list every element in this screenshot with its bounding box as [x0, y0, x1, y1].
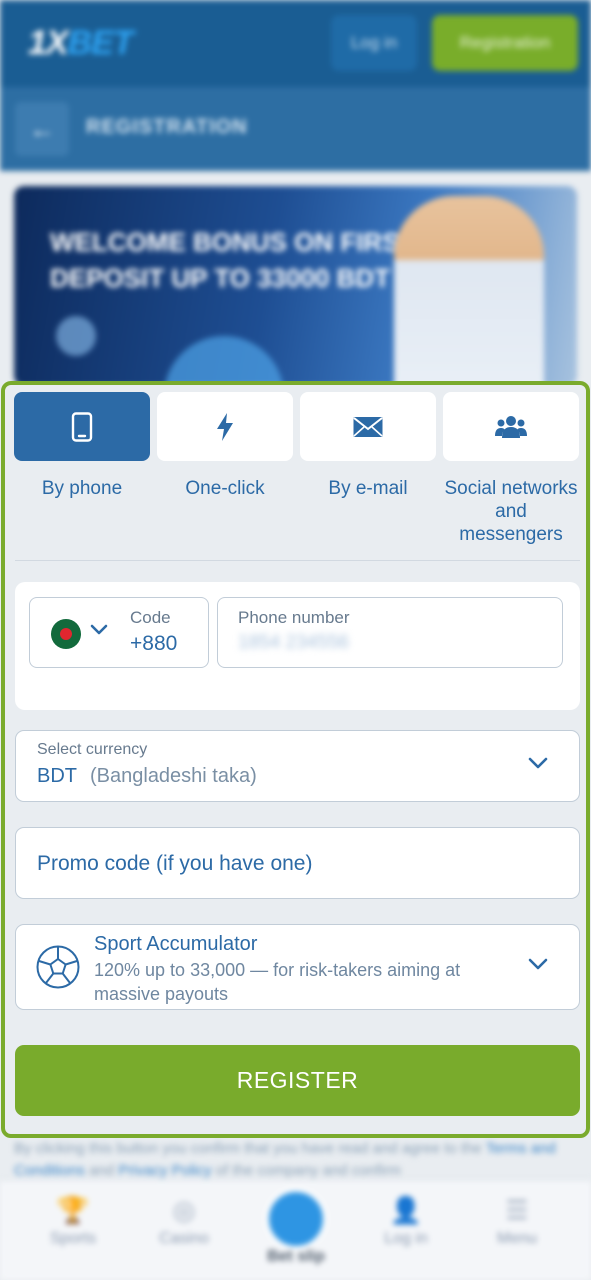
currency-name: (Bangladeshi taka)	[90, 765, 257, 787]
users-icon	[495, 415, 527, 438]
nav-bet-slip[interactable]: Bet slip	[250, 1248, 342, 1266]
tab-label-social-networks[interactable]: Social networks and messengers	[441, 477, 581, 546]
banner-decoration	[164, 336, 284, 386]
brand-logo: 1XBET	[28, 24, 134, 62]
currency-code: BDT	[37, 765, 77, 787]
bonus-description: 120% up to 33,000 — for risk-takers aimi…	[94, 960, 461, 1004]
divider	[15, 560, 580, 561]
currency-label: Select currency	[37, 741, 148, 758]
tab-by-email[interactable]	[300, 392, 436, 461]
country-code-select[interactable]: Code +880	[29, 597, 209, 668]
nav-login[interactable]: 👤 Log in	[361, 1195, 451, 1275]
login-button[interactable]: Log in	[331, 15, 417, 71]
privacy-link[interactable]: Privacy Policy	[118, 1162, 211, 1179]
bangladesh-flag-icon	[51, 619, 81, 649]
top-header: 1XBET Log in Registration	[0, 0, 591, 87]
tab-one-click[interactable]	[157, 392, 293, 461]
nav-sports[interactable]: 🏆 Sports	[28, 1195, 118, 1275]
chevron-down-icon	[528, 958, 548, 970]
casino-chip-icon: ◎	[172, 1195, 196, 1225]
user-icon: 👤	[389, 1195, 423, 1225]
register-button[interactable]: REGISTER	[15, 1045, 580, 1116]
phone-number-input[interactable]: Phone number 1854 234556	[217, 597, 563, 668]
smartphone-icon	[71, 411, 93, 442]
banner-decoration	[56, 316, 96, 356]
menu-icon: ☰	[505, 1195, 529, 1225]
bonus-select[interactable]: Sport Accumulator 120% up to 33,000 — fo…	[15, 924, 580, 1010]
phone-card: Code +880 Phone number 1854 234556	[15, 582, 580, 710]
lightning-icon	[217, 412, 233, 441]
tab-label-by-phone[interactable]: By phone	[12, 477, 152, 500]
phone-number-label: Phone number	[238, 608, 350, 627]
registration-form: By phone One-click By e-mail Social netw…	[1, 381, 590, 1138]
envelope-icon	[353, 416, 383, 437]
soccer-ball-icon	[36, 945, 80, 989]
registration-button[interactable]: Registration	[432, 15, 578, 71]
back-button[interactable]: ←	[15, 102, 69, 156]
phone-number-value: 1854 234556	[238, 632, 349, 653]
bonus-title: Sport Accumulator	[94, 933, 258, 955]
nav-menu[interactable]: ☰ Menu	[472, 1195, 562, 1275]
terms-disclaimer: By clicking this button you confirm that…	[14, 1140, 556, 1179]
promo-code-placeholder: Promo code (if you have one)	[37, 852, 313, 875]
trophy-icon: 🏆	[56, 1195, 90, 1225]
chevron-down-icon	[90, 624, 108, 635]
banner-text: WELCOME BONUS ON FIRST DEPOSIT UP TO 330…	[50, 227, 416, 293]
nav-casino[interactable]: ◎ Casino	[139, 1195, 229, 1275]
tab-social-networks[interactable]	[443, 392, 579, 461]
currency-select[interactable]: Select currency BDT (Bangladeshi taka)	[15, 730, 580, 802]
code-value: +880	[130, 632, 178, 655]
promo-banner[interactable]: WELCOME BONUS ON FIRST DEPOSIT UP TO 330…	[14, 186, 577, 386]
tab-label-one-click[interactable]: One-click	[155, 477, 295, 500]
back-arrow-icon: ←	[29, 113, 55, 144]
tab-by-phone[interactable]	[14, 392, 150, 461]
tab-label-by-email[interactable]: By e-mail	[298, 477, 438, 500]
code-label: Code	[130, 608, 171, 627]
promo-code-input[interactable]: Promo code (if you have one)	[15, 827, 580, 899]
banner-player-image	[394, 196, 544, 386]
chevron-down-icon	[528, 757, 548, 769]
ticket-icon[interactable]	[265, 1188, 327, 1250]
page-title: REGISTRATION	[86, 116, 248, 138]
